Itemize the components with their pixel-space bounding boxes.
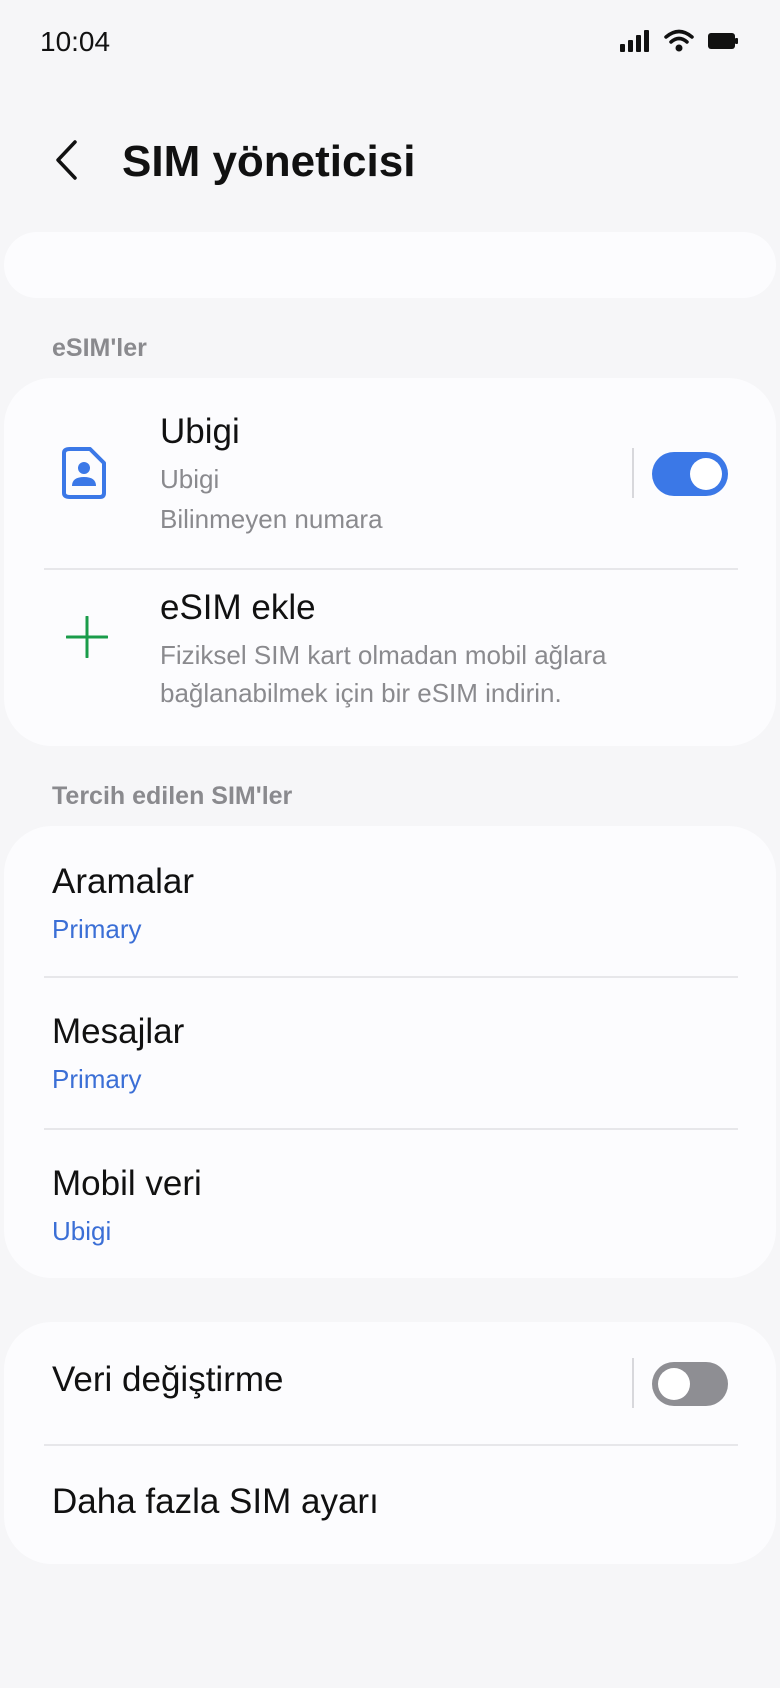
data-switch-item[interactable]: Veri değiştirme — [4, 1322, 776, 1444]
separator — [632, 1358, 634, 1408]
other-card: Veri değiştirme Daha fazla SIM ayarı — [4, 1322, 776, 1564]
signal-icon — [620, 29, 650, 57]
pref-item-value: Primary — [52, 914, 142, 944]
pref-item-title: Mesajlar — [52, 1012, 185, 1051]
pref-item-title: Mobil veri — [52, 1164, 202, 1203]
status-icons — [620, 29, 738, 58]
add-esim-title: eSIM ekle — [160, 588, 316, 627]
more-sim-settings-title: Daha fazla SIM ayarı — [52, 1482, 379, 1521]
add-esim-desc-line2: bağlanabilmek için bir eSIM indirin. — [160, 678, 562, 708]
back-button[interactable] — [44, 133, 88, 191]
esim-item-number: Bilinmeyen numara — [160, 504, 383, 534]
preferred-card: Aramalar Primary Mesajlar Primary Mobil … — [4, 826, 776, 1278]
esim-item-title: Ubigi — [160, 412, 240, 451]
esim-item-operator: Ubigi — [160, 464, 220, 494]
data-switch-title: Veri değiştirme — [52, 1360, 284, 1399]
section-label-preferred: Tercih edilen SIM'ler — [52, 782, 293, 810]
sim-card-icon — [60, 446, 108, 505]
header: SIM yöneticisi — [0, 115, 780, 215]
chevron-left-icon — [53, 139, 79, 186]
more-sim-settings-item[interactable]: Daha fazla SIM ayarı — [4, 1446, 776, 1564]
add-esim-button[interactable]: eSIM ekle Fiziksel SIM kart olmadan mobi… — [4, 570, 776, 746]
esim-card: Ubigi Ubigi Bilinmeyen numara eSIM ekle … — [4, 378, 776, 746]
status-bar: 10:04 — [0, 0, 780, 90]
status-time: 10:04 — [40, 26, 111, 57]
pref-item-value: Ubigi — [52, 1216, 112, 1246]
toggle-knob — [690, 458, 722, 490]
pref-item-messages[interactable]: Mesajlar Primary — [4, 978, 776, 1128]
data-switch-toggle[interactable] — [652, 1362, 728, 1406]
pref-item-title: Aramalar — [52, 862, 194, 901]
add-esim-desc-line1: Fiziksel SIM kart olmadan mobil ağlara — [160, 640, 607, 670]
esim-toggle[interactable] — [652, 452, 728, 496]
toggle-knob — [658, 1368, 690, 1400]
esim-item-ubigi[interactable]: Ubigi Ubigi Bilinmeyen numara — [4, 378, 776, 568]
pref-item-mobile-data[interactable]: Mobil veri Ubigi — [4, 1130, 776, 1278]
blank-card — [4, 232, 776, 298]
separator — [632, 448, 634, 498]
pref-item-value: Primary — [52, 1064, 142, 1094]
wifi-icon — [664, 29, 694, 58]
page-title: SIM yöneticisi — [122, 137, 416, 186]
battery-icon — [708, 31, 738, 56]
pref-item-calls[interactable]: Aramalar Primary — [4, 826, 776, 976]
plus-icon — [65, 615, 109, 663]
section-label-esims: eSIM'ler — [52, 334, 147, 362]
